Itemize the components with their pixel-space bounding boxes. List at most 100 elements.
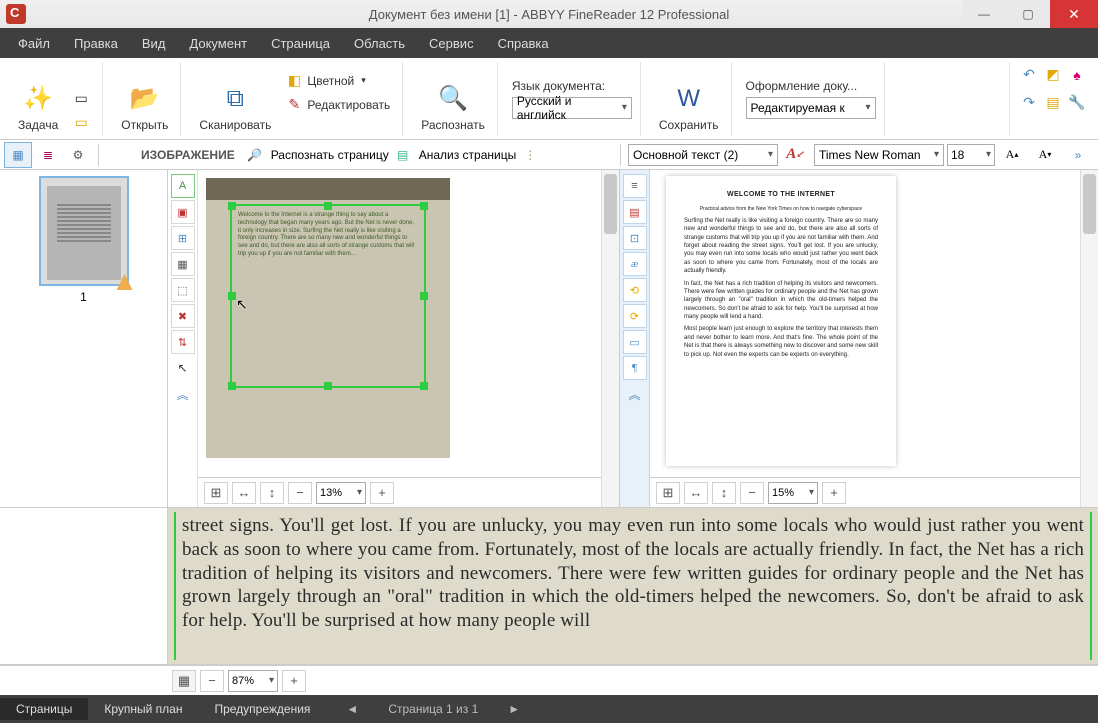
scan-button[interactable]: ⧉ Сканировать: [195, 64, 275, 134]
image-edit-button[interactable]: ✎Редактировать: [281, 94, 394, 116]
chevron-down-icon: ▾: [622, 102, 627, 113]
collapse-tools-icon[interactable]: ︽: [171, 382, 195, 406]
font-shrink-icon[interactable]: A▾: [1031, 142, 1059, 168]
save-button[interactable]: W Сохранить: [655, 64, 723, 134]
scanned-page: Welcome to the Internet is a strange thi…: [206, 178, 450, 458]
text-area-tool-icon[interactable]: A: [171, 174, 195, 198]
page-props-button[interactable]: ⚙: [64, 142, 92, 168]
text-tool1-icon[interactable]: ≡: [623, 174, 647, 198]
text-scrollbar[interactable]: [1080, 170, 1098, 507]
minimize-button[interactable]: —: [962, 0, 1006, 28]
text-recognition-area[interactable]: Welcome to the Internet is a strange thi…: [230, 204, 426, 388]
closeup-content[interactable]: street signs. You'll get lost. If you ar…: [168, 508, 1098, 664]
close-button[interactable]: ✕: [1050, 0, 1098, 28]
prev-page-icon[interactable]: ◄: [346, 702, 358, 716]
delete-area-tool-icon[interactable]: ✖: [171, 304, 195, 328]
text-tool5-icon[interactable]: ⟲: [623, 278, 647, 302]
verify-char-icon[interactable]: æ: [623, 252, 647, 276]
collapse-tools-icon[interactable]: ︽: [623, 382, 647, 406]
zoom-out-button[interactable]: −: [288, 482, 312, 504]
pilcrow-icon[interactable]: ¶: [623, 356, 647, 380]
scanner-icon: ⧉: [220, 84, 250, 114]
expand-toolbar-icon[interactable]: »: [1064, 142, 1092, 168]
doc-options-button[interactable]: ▭: [68, 112, 94, 134]
status-warnings[interactable]: Предупреждения: [198, 698, 326, 720]
menu-area[interactable]: Область: [344, 32, 415, 55]
menu-view[interactable]: Вид: [132, 32, 176, 55]
formatting-combo[interactable]: Редактируемая к▾: [746, 97, 876, 119]
recognize-button[interactable]: 🔍 Распознать: [417, 64, 489, 134]
fit-width-icon[interactable]: ↔: [232, 482, 256, 504]
task-button[interactable]: ✨ Задача: [14, 64, 62, 134]
image-zoom-value[interactable]: 13%▾: [316, 482, 366, 504]
status-closeup[interactable]: Крупный план: [88, 698, 198, 720]
status-pages[interactable]: Страницы: [0, 698, 88, 720]
menu-document[interactable]: Документ: [179, 32, 257, 55]
zoom-in-button[interactable]: +: [822, 482, 846, 504]
tool2-icon[interactable]: ▤: [1042, 92, 1064, 114]
verify-icon[interactable]: ♠: [1066, 64, 1088, 86]
paragraph-style-combo[interactable]: Основной текст (2)▾: [628, 144, 778, 166]
doc-language-combo[interactable]: Русский и английск▾: [512, 97, 632, 119]
options-icon[interactable]: 🔧: [1066, 92, 1088, 114]
hand-tool-icon[interactable]: ▦: [172, 670, 196, 692]
fit-height-icon[interactable]: ↕: [712, 482, 736, 504]
font-size-combo[interactable]: 18▾: [947, 144, 995, 166]
recognition-area-tool-icon[interactable]: ⬚: [171, 278, 195, 302]
zoom-in-button[interactable]: +: [370, 482, 394, 504]
fit-width-icon[interactable]: ↔: [684, 482, 708, 504]
font-combo[interactable]: Times New Roman▾: [814, 144, 944, 166]
zoom-out-button[interactable]: −: [200, 670, 224, 692]
recognize-page-button[interactable]: 🔎: [241, 142, 269, 168]
highlight-icon[interactable]: ◩: [1042, 64, 1064, 86]
text-style-icon[interactable]: A↙: [781, 142, 809, 168]
doc-language-block: Язык документа: Русский и английск▾: [504, 62, 641, 136]
menu-service[interactable]: Сервис: [419, 32, 484, 55]
text-tool2-icon[interactable]: ▤: [623, 200, 647, 224]
pointer-tool-icon[interactable]: ↖: [171, 356, 195, 380]
color-icon: ◧: [285, 72, 303, 90]
text-canvas[interactable]: WELCOME TO THE INTERNET Practical advice…: [650, 170, 1098, 507]
menu-edit[interactable]: Правка: [64, 32, 128, 55]
font-grow-icon[interactable]: A▴: [998, 142, 1026, 168]
menu-file[interactable]: Файл: [8, 32, 60, 55]
image-scrollbar[interactable]: [601, 170, 619, 507]
picture-area-tool-icon[interactable]: ▣: [171, 200, 195, 224]
text-tool6-icon[interactable]: ⟳: [623, 304, 647, 328]
open-button[interactable]: 📂 Открыть: [117, 64, 172, 134]
color-mode-button[interactable]: ◧Цветной ▾: [281, 70, 394, 92]
table-area-tool-icon[interactable]: ⊞: [171, 226, 195, 250]
undo-icon[interactable]: ↶: [1018, 64, 1040, 86]
fit-page-icon[interactable]: ⊞: [204, 482, 228, 504]
chevron-down-icon: ▾: [269, 675, 274, 686]
closeup-pane: street signs. You'll get lost. If you ar…: [0, 507, 1098, 665]
word-icon: W: [674, 84, 704, 114]
thumbnail-pane: 1: [0, 170, 168, 507]
recognize-icon: 🔎: [247, 148, 262, 162]
more-image-button[interactable]: ⋮: [516, 142, 544, 168]
closeup-zoom-value[interactable]: 87%▾: [228, 670, 278, 692]
fit-page-icon[interactable]: ⊞: [656, 482, 680, 504]
redo-icon[interactable]: ↷: [1018, 92, 1040, 114]
text-zoom-value[interactable]: 15%▾: [768, 482, 818, 504]
fit-height-icon[interactable]: ↕: [260, 482, 284, 504]
zoom-in-button[interactable]: +: [282, 670, 306, 692]
analyze-page-button[interactable]: ▤: [389, 142, 417, 168]
next-page-icon[interactable]: ►: [508, 702, 520, 716]
text-tool7-icon[interactable]: ▭: [623, 330, 647, 354]
text-tool3-icon[interactable]: ⊡: [623, 226, 647, 250]
image-canvas[interactable]: Welcome to the Internet is a strange thi…: [198, 170, 619, 507]
details-view-button[interactable]: ≣: [34, 142, 62, 168]
window-controls: — ▢ ✕: [962, 0, 1098, 28]
list-icon: ≣: [43, 148, 53, 162]
page-thumbnail[interactable]: [39, 176, 129, 286]
reorder-areas-tool-icon[interactable]: ⇅: [171, 330, 195, 354]
thumbs-view-button[interactable]: ▦: [4, 142, 32, 168]
closeup-text: street signs. You'll get lost. If you ar…: [182, 514, 1084, 633]
menu-page[interactable]: Страница: [261, 32, 340, 55]
barcode-area-tool-icon[interactable]: ▦: [171, 252, 195, 276]
new-doc-button[interactable]: ▭: [68, 88, 94, 110]
menu-help[interactable]: Справка: [488, 32, 559, 55]
maximize-button[interactable]: ▢: [1006, 0, 1050, 28]
zoom-out-button[interactable]: −: [740, 482, 764, 504]
